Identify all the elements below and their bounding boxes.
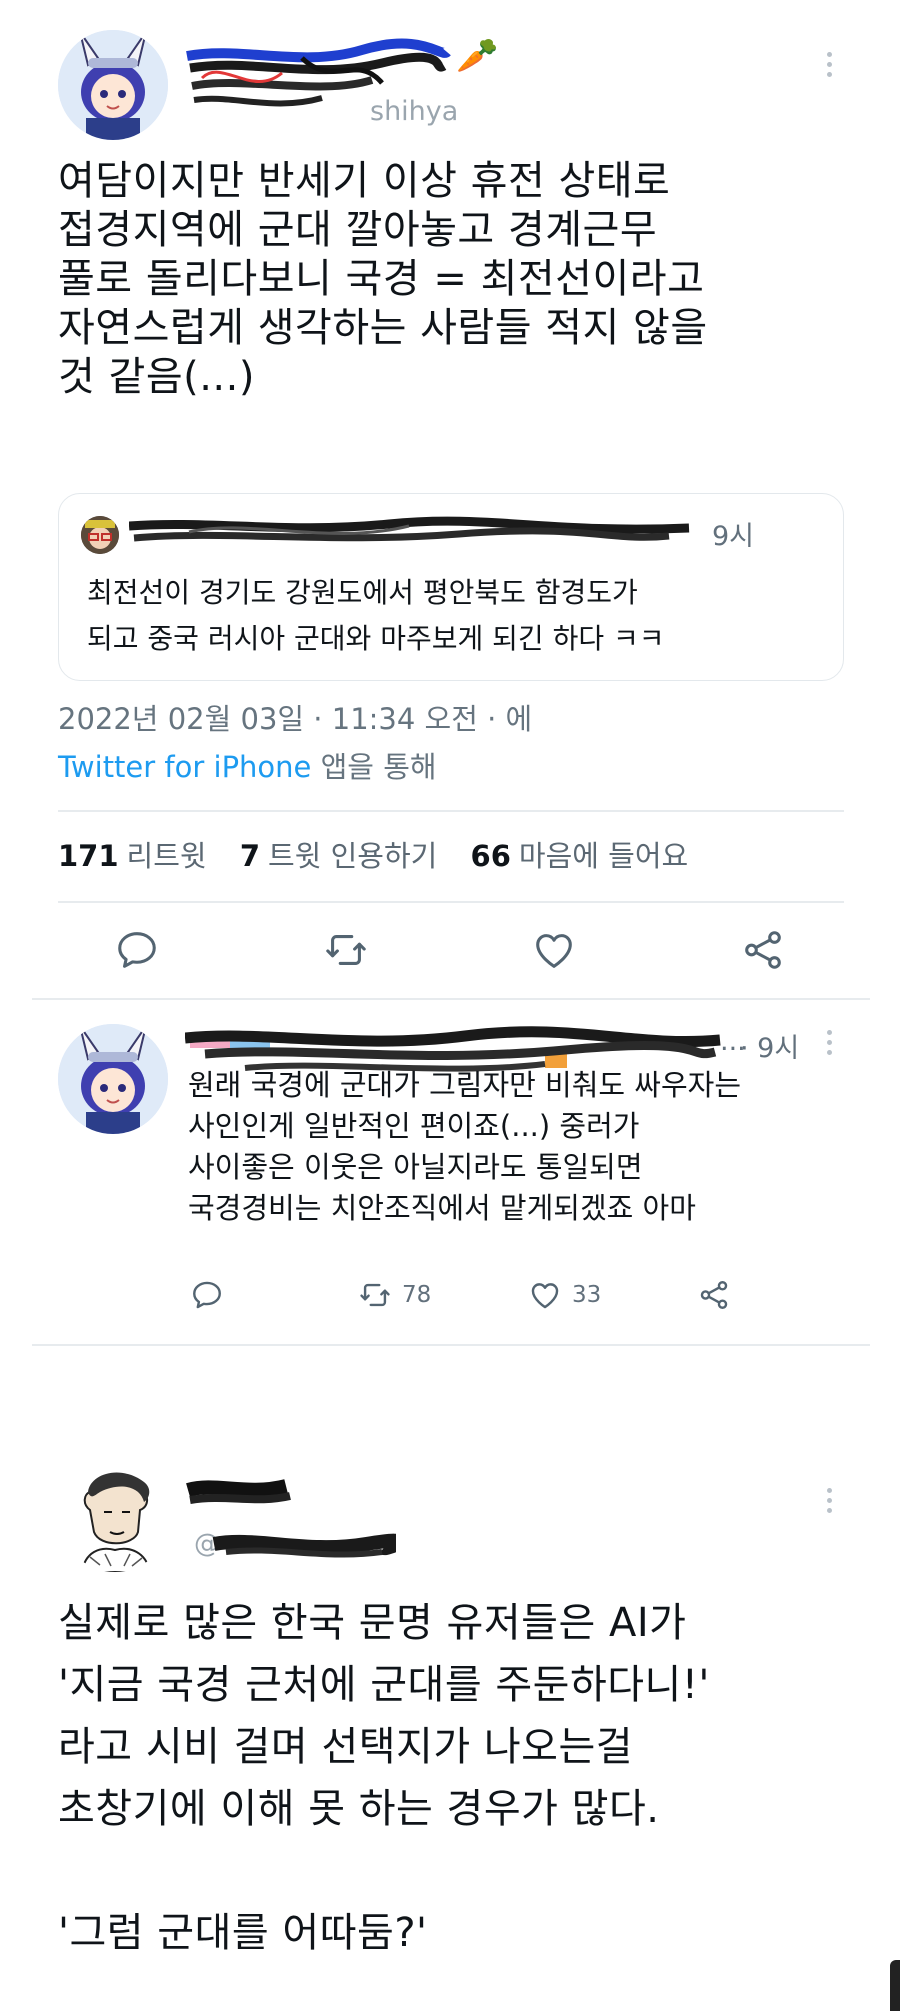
divider [58,901,844,903]
more-options-icon[interactable] [822,1488,836,1518]
anime-character-avatar-icon [58,30,168,140]
retweet-icon [360,1283,390,1307]
tweet2-body: 실제로 많은 한국 문명 유저들은 AI가 '지금 국경 근처에 군대를 주둔하… [58,1600,710,1956]
reply-body: 원래 국경에 군대가 그림자만 비춰도 싸우자는 사인인게 일반적인 편이죠(.… [188,1068,742,1225]
author-avatar[interactable] [58,30,168,140]
quoted-author-avatar [81,516,119,554]
censored-quote-name-scribble [129,516,690,542]
tweet-stats: 171 리트윗 7 트윗 인용하기 66 마음에 들어요 [58,833,712,875]
divider [32,998,870,1000]
reply-like-button[interactable]: 33 [528,1278,601,1312]
share-icon[interactable] [740,927,786,973]
reply-icon [193,1281,221,1309]
client-link[interactable]: Twitter for iPhone [58,750,311,784]
tweet-datetime: 2022년 02월 03일 · 11:34 오전 · 에 [58,702,533,736]
retweet-stat[interactable]: 171 리트윗 [58,839,207,873]
scrollbar-thumb[interactable] [890,1960,900,2011]
tweet2-author-avatar[interactable] [60,1462,170,1572]
carrot-emoji: 🥕 [456,36,499,76]
like-icon [531,1283,559,1309]
tweet-body: 여담이지만 반세기 이상 휴전 상태로 접경지역에 군대 깔아놓고 경계근무 풀… [58,158,708,400]
reply-retweet-button[interactable]: 78 [358,1278,431,1312]
author-handle-partial: shihya [370,96,459,127]
tweet-client: Twitter for iPhone 앱을 통해 [58,750,437,784]
more-options-icon[interactable] [822,52,836,82]
reply-share-button[interactable] [697,1278,731,1312]
retweet-count: 78 [402,1282,432,1308]
reply-time: · 9시 [740,1033,800,1064]
retweet-icon[interactable] [323,927,369,973]
censored-tweet2-name-scribble: @ [186,1479,396,1559]
more-options-icon[interactable] [822,1030,836,1060]
glasses-character-avatar-icon [81,516,119,554]
quote-stat[interactable]: 7 트윗 인용하기 [240,839,438,873]
like-icon[interactable] [531,927,577,973]
quoted-tweet-card[interactable]: 9시 최전선이 경기도 강원도에서 평안북도 함경도가 되고 중국 러시아 군대… [58,493,844,681]
divider [58,810,844,812]
reply-author-avatar[interactable] [58,1024,168,1134]
reply-icon[interactable] [114,927,160,973]
share-icon [700,1281,728,1309]
like-count: 33 [572,1282,602,1308]
quoted-tweet-body: 최전선이 경기도 강원도에서 평안북도 함경도가 되고 중국 러시아 군대와 마… [87,576,665,655]
anime-character-avatar-icon [58,1024,168,1134]
reply-reply-button[interactable] [190,1278,224,1312]
quoted-tweet-time: 9시 [712,521,755,552]
divider [32,1344,870,1346]
like-stat[interactable]: 66 마음에 들어요 [471,839,689,873]
sketch-portrait-avatar-icon [60,1462,170,1572]
